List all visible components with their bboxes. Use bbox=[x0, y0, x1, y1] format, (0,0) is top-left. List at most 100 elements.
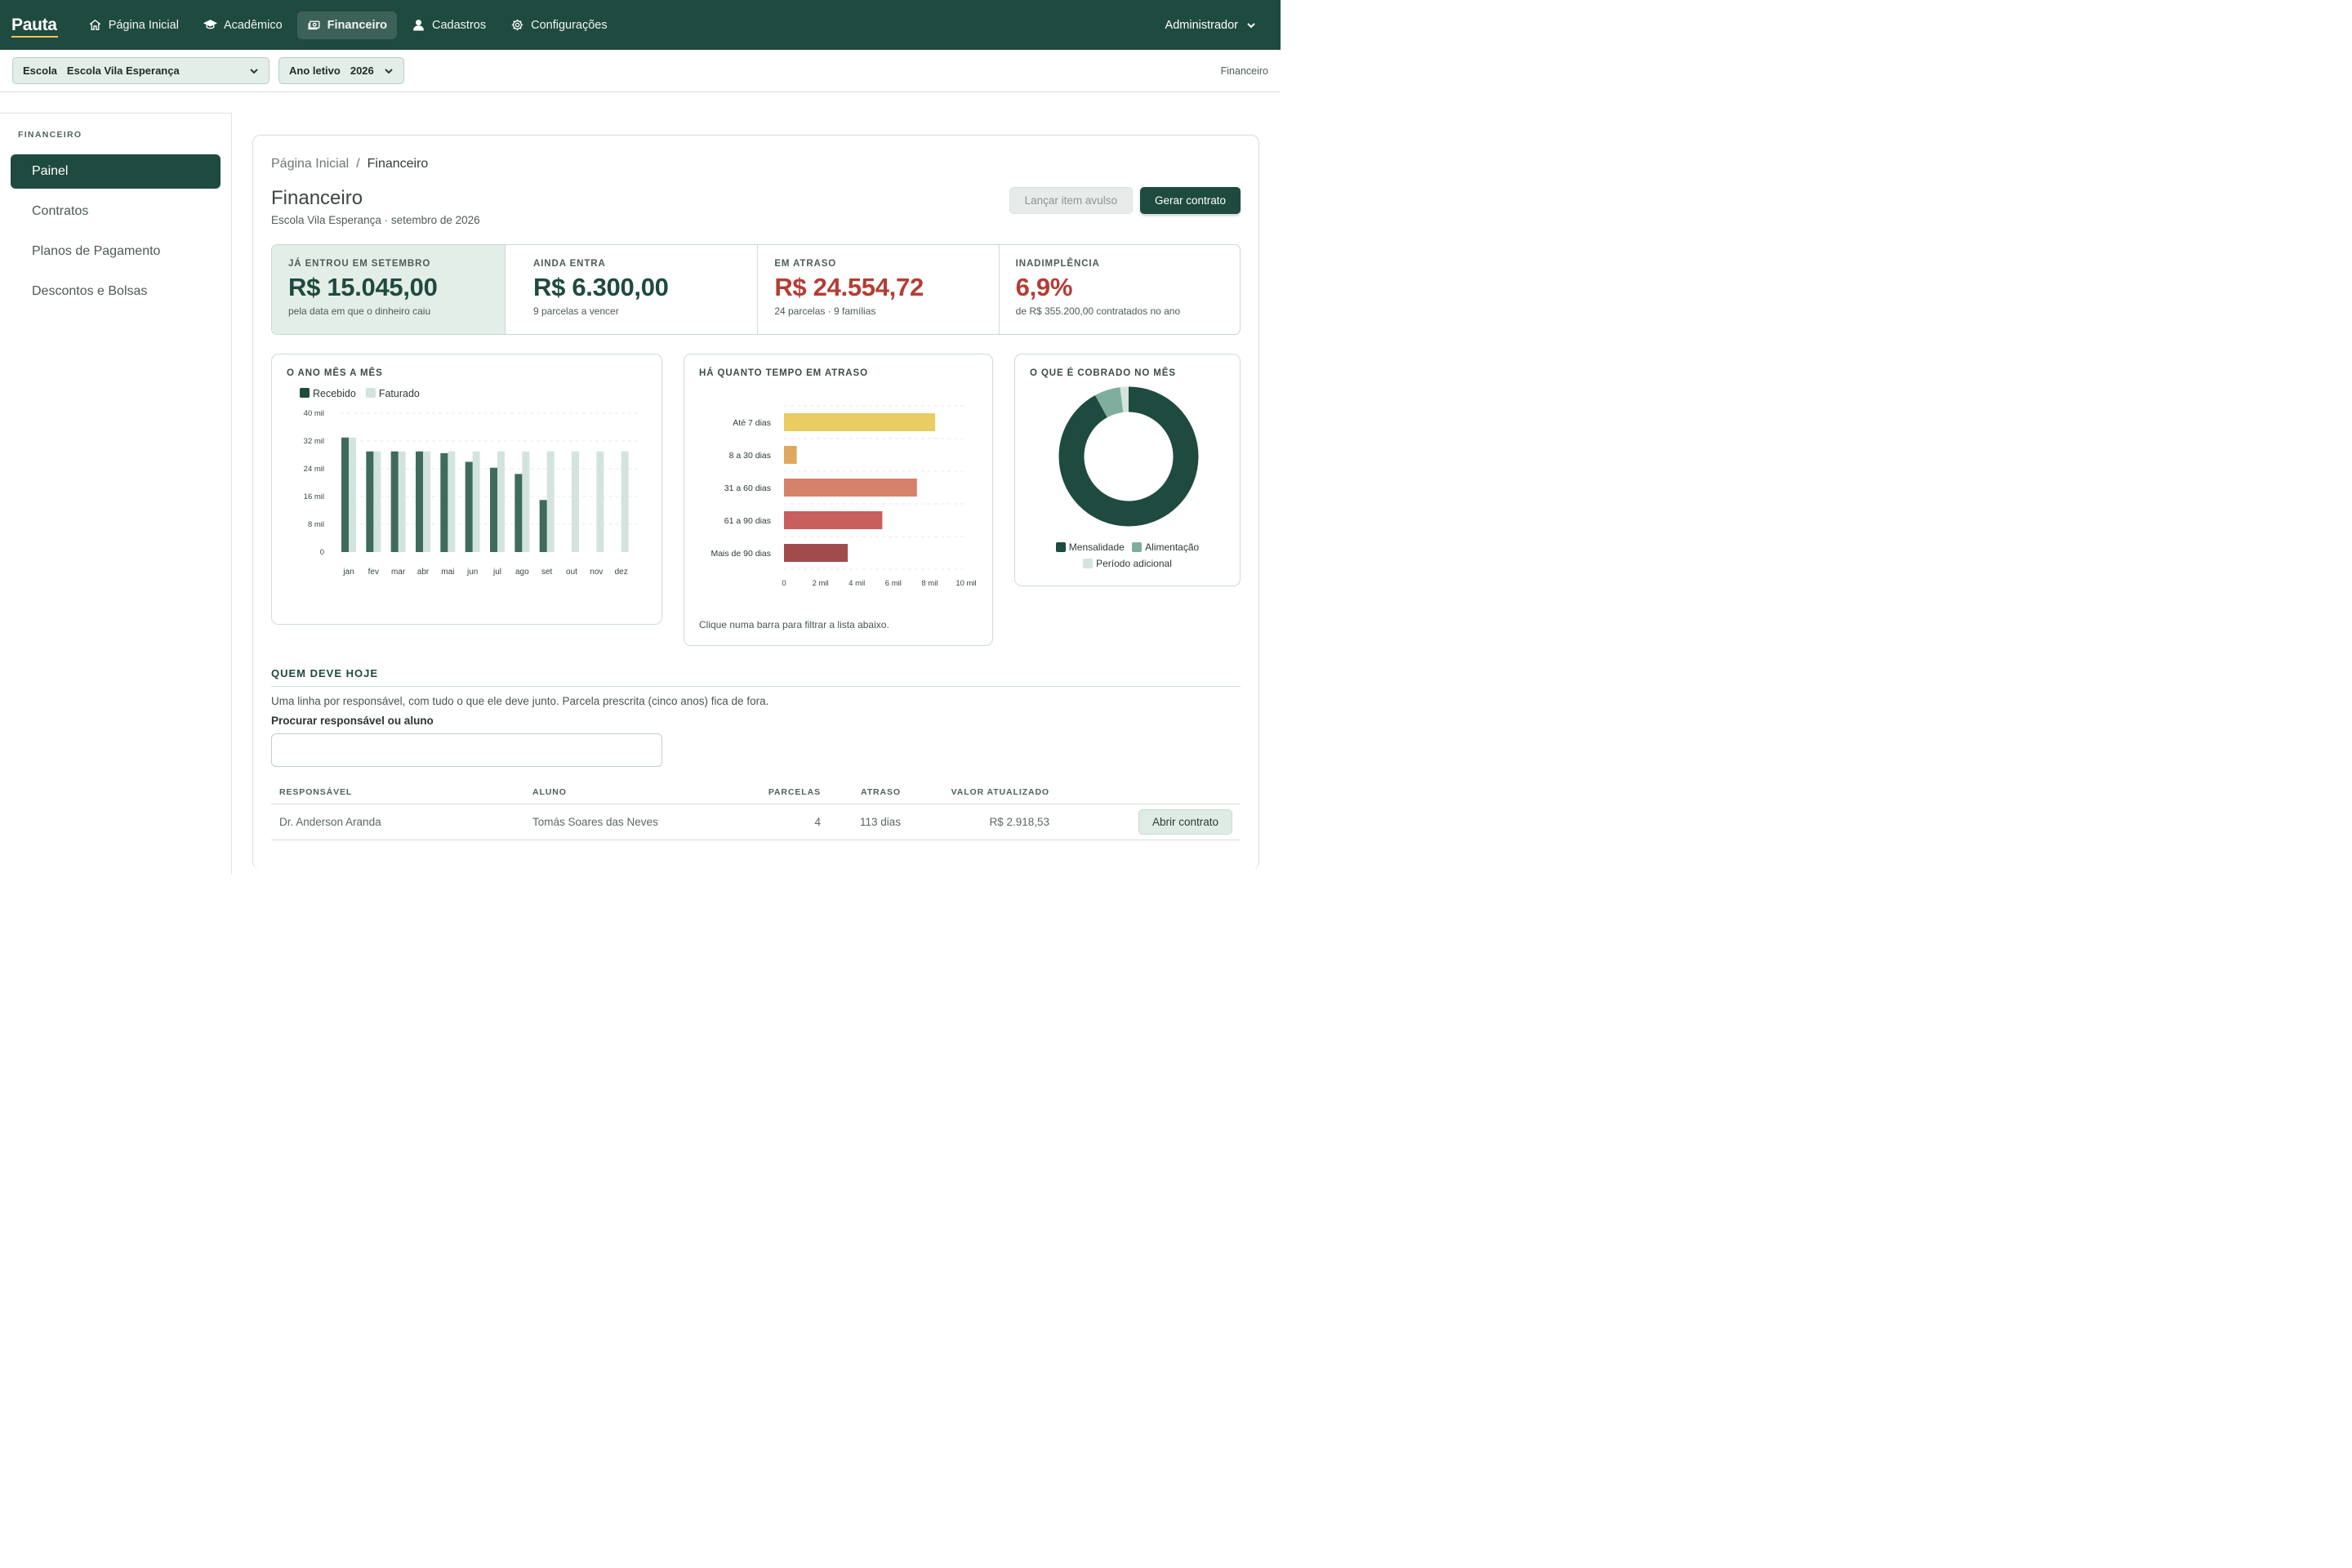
bar-recebido-jan bbox=[341, 437, 349, 552]
column-header[interactable]: PARCELAS bbox=[737, 782, 829, 804]
column-header-actions bbox=[1058, 782, 1241, 804]
x-tick-label: jun bbox=[466, 568, 478, 577]
breadcrumb: Página Inicial / Financeiro bbox=[271, 157, 1241, 172]
add-single-item-button[interactable]: Lançar item avulso bbox=[1009, 187, 1133, 214]
monthly-bar-chart: 0 8 mil 16 mil 24 mil 32 mil 40 mil jan fev mar a… bbox=[304, 409, 638, 577]
graduation-cap-icon bbox=[203, 20, 217, 29]
dashboard-panel: Página Inicial / Financeiro Financeiro E… bbox=[252, 135, 1259, 870]
nav-item-label: Página Inicial bbox=[108, 18, 179, 32]
sidebar-item-painel[interactable]: Painel bbox=[11, 154, 220, 189]
y-tick-label: 40 mil bbox=[304, 409, 324, 418]
kpi-note: pela data em que o dinheiro caiu bbox=[288, 305, 431, 317]
open-contract-button[interactable]: Abrir contrato bbox=[1138, 809, 1232, 835]
year-select[interactable]: Ano letivo 2026 bbox=[278, 57, 404, 84]
kpi-value: R$ 15.045,00 bbox=[288, 273, 438, 301]
bar-aging-0 bbox=[784, 413, 936, 431]
breadcrumb-home[interactable]: Página Inicial bbox=[271, 157, 349, 172]
user-name: Administrador bbox=[1165, 18, 1238, 32]
sidebar-item-planos[interactable]: Planos de Pagamento bbox=[11, 234, 220, 269]
nav-item-pagina-inicial[interactable]: Página Inicial bbox=[78, 11, 189, 39]
kpi-label: INADIMPLÊNCIA bbox=[1015, 259, 1100, 269]
x-tick-label: jul bbox=[492, 568, 501, 577]
column-header[interactable]: ALUNO bbox=[524, 782, 737, 804]
chart-title: HÁ QUANTO TEMPO EM ATRASO bbox=[699, 368, 868, 378]
sidebar-item-descontos[interactable]: Descontos e Bolsas bbox=[11, 274, 220, 309]
composition-chart-card: O QUE É COBRADO NO MÊS Mensalidade Alime… bbox=[1014, 354, 1241, 586]
cell-responsavel: Dr. Anderson Aranda bbox=[271, 804, 524, 840]
x-tick-label: mai bbox=[441, 568, 454, 577]
x-tick-label: jan bbox=[342, 568, 354, 577]
bar-aging-2 bbox=[784, 479, 917, 497]
nav-item-label: Cadastros bbox=[432, 18, 487, 32]
sidebar-item-contratos[interactable]: Contratos bbox=[11, 194, 220, 229]
y-category-label: 8 a 30 dias bbox=[729, 451, 771, 461]
page-title: Financeiro bbox=[271, 187, 363, 209]
x-tick-label: 6 mil bbox=[885, 579, 902, 588]
table-header-row: RESPONSÁVEL ALUNO PARCELAS ATRASO VALOR … bbox=[271, 782, 1241, 804]
legend-label: Alimentação bbox=[1145, 541, 1200, 553]
money-icon bbox=[308, 20, 320, 30]
kpi-default-rate: INADIMPLÊNCIA 6,9% de R$ 355.200,00 cont… bbox=[1000, 245, 1240, 334]
kpi-upcoming: AINDA ENTRA R$ 6.300,00 9 parcelas a ven… bbox=[517, 245, 759, 334]
kpi-value: R$ 24.554,72 bbox=[774, 273, 924, 301]
bar-faturado-out bbox=[572, 451, 579, 552]
nav-item-cadastros[interactable]: Cadastros bbox=[402, 11, 496, 39]
donut-legend: Mensalidade Alimentação Período adiciona… bbox=[1030, 539, 1225, 572]
kpi-note: 24 parcelas · 9 famílias bbox=[774, 305, 876, 317]
bar-faturado-abr bbox=[423, 451, 430, 552]
nav-item-configuracoes[interactable]: Configurações bbox=[501, 11, 617, 39]
page-layout: FINANCEIRO Painel Contratos Planos de Pa… bbox=[0, 92, 1281, 874]
user-menu[interactable]: Administrador bbox=[1165, 19, 1256, 32]
chevron-down-icon bbox=[1247, 22, 1255, 28]
aging-chart-card: HÁ QUANTO TEMPO EM ATRASO Até 7 dias 8 a … bbox=[684, 354, 993, 646]
bar-recebido-abr bbox=[416, 451, 423, 552]
column-header[interactable]: VALOR ATUALIZADO bbox=[909, 782, 1058, 804]
aging-bar-chart: Até 7 dias 8 a 30 dias 31 a 60 dias 61 a 90… bbox=[710, 405, 977, 588]
nav-item-academico[interactable]: Acadêmico bbox=[194, 11, 292, 39]
chevron-down-icon bbox=[250, 68, 258, 74]
page-actions: Lançar item avulso Gerar contrato bbox=[1009, 187, 1241, 226]
legend-swatch bbox=[1055, 542, 1066, 552]
column-header[interactable]: RESPONSÁVEL bbox=[271, 782, 524, 804]
legend-item-mensalidade[interactable]: Mensalidade bbox=[1055, 541, 1125, 553]
sidebar-title: FINANCEIRO bbox=[18, 130, 82, 140]
bar-faturado-dez bbox=[621, 451, 629, 552]
y-tick-label: 0 bbox=[320, 548, 324, 557]
charts-row: O ANO MÊS A MÊS Recebido Faturado 0 8 mil… bbox=[271, 354, 1241, 646]
breadcrumb-separator: / bbox=[356, 157, 360, 171]
nav-item-financeiro[interactable]: Financeiro bbox=[296, 11, 397, 39]
legend-item-faturado[interactable]: Faturado bbox=[365, 388, 420, 399]
legend-label: Faturado bbox=[378, 388, 420, 399]
x-tick-label: out bbox=[566, 568, 577, 577]
nav-item-label: Acadêmico bbox=[223, 18, 283, 32]
gear-icon bbox=[511, 19, 523, 31]
app-logo[interactable]: Pauta bbox=[11, 16, 58, 38]
y-category-label: Mais de 90 dias bbox=[710, 549, 771, 559]
legend-swatch bbox=[1132, 542, 1143, 552]
section-description: Uma linha por responsável, com tudo o qu… bbox=[271, 695, 769, 707]
legend-item-recebido[interactable]: Recebido bbox=[300, 388, 356, 399]
year-select-label: Ano letivo bbox=[289, 65, 341, 77]
x-tick-label: 0 bbox=[782, 579, 786, 588]
top-navbar: Pauta Página Inicial Acadêmico Financeir… bbox=[0, 0, 1281, 50]
school-select[interactable]: Escola Escola Vila Esperança bbox=[12, 57, 270, 84]
table-row[interactable]: Dr. Anderson Aranda Tomás Soares das Nev… bbox=[271, 804, 1241, 840]
column-header[interactable]: ATRASO bbox=[829, 782, 909, 804]
nav-item-label: Financeiro bbox=[327, 18, 387, 32]
generate-contract-button[interactable]: Gerar contrato bbox=[1139, 187, 1241, 214]
y-category-label: Até 7 dias bbox=[733, 418, 771, 428]
legend-item-alimentacao[interactable]: Alimentação bbox=[1132, 541, 1199, 553]
legend-swatch bbox=[365, 388, 376, 398]
year-select-value: 2026 bbox=[350, 65, 374, 77]
context-label: Financeiro bbox=[1220, 65, 1268, 77]
bar-recebido-fev bbox=[366, 451, 374, 552]
bar-aging-1 bbox=[784, 446, 797, 464]
search-input[interactable] bbox=[271, 733, 662, 767]
chart-title: O QUE É COBRADO NO MÊS bbox=[1030, 368, 1176, 378]
legend-label: Período adicional bbox=[1096, 558, 1172, 569]
x-tick-label: fev bbox=[368, 568, 379, 577]
filter-bar: Escola Escola Vila Esperança Ano letivo … bbox=[0, 50, 1281, 92]
bar-faturado-nov bbox=[596, 451, 604, 552]
kpi-label: JÁ ENTROU EM SETEMBRO bbox=[288, 259, 431, 269]
legend-item-periodo-adicional[interactable]: Período adicional bbox=[1083, 558, 1172, 569]
